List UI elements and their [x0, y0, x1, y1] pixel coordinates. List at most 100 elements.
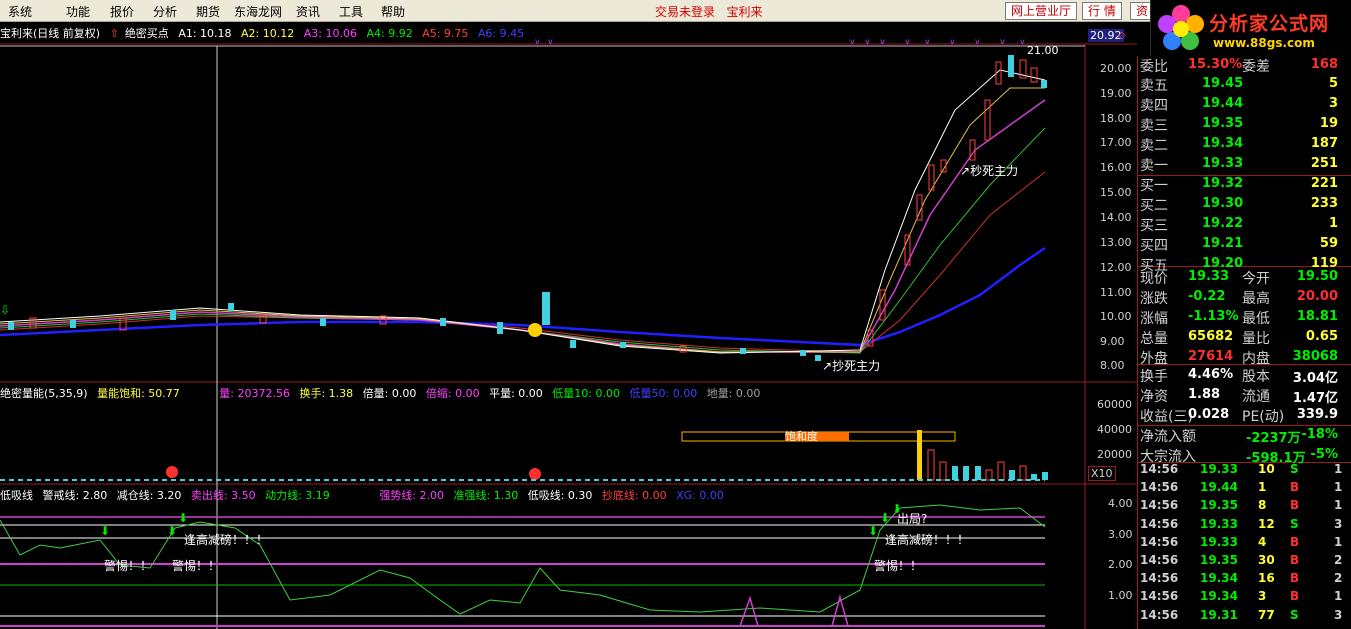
lower-axis-tick: 1.00	[1108, 589, 1133, 602]
quote-label: 委比	[1140, 59, 1168, 75]
tick-row[interactable]: 14:56 19.35 30 B 2	[1140, 553, 1350, 571]
quote-label: 涨跌	[1140, 291, 1168, 307]
quote-value: 5	[1328, 76, 1338, 91]
flower-logo-icon	[1158, 5, 1204, 50]
quote-value: 20.00	[1296, 289, 1338, 304]
ma-line-magenta	[0, 99, 1046, 353]
price-axis-tick: 12.00	[1100, 261, 1132, 274]
saturation-label: 饱和度	[785, 430, 818, 443]
price-axis-tick: 18.00	[1100, 112, 1132, 125]
volume-param: 倍缩: 0.00	[425, 387, 480, 400]
price-axis-tick: 11.00	[1100, 286, 1132, 299]
tick-row[interactable]: 14:56 19.31 77 S 3	[1140, 608, 1350, 626]
tick-vol: 1	[1258, 480, 1267, 495]
quote-row: 卖四 19.44 3	[1140, 95, 1338, 114]
quote-label: 股本	[1242, 369, 1270, 385]
tick-row[interactable]: 14:56 19.35 8 B 1	[1140, 498, 1350, 516]
quote-label: 总量	[1140, 331, 1168, 347]
warn-label: 警惕！！	[172, 559, 221, 573]
quote-value: 3	[1328, 96, 1338, 111]
quote-row: 净资 1.88 流通 1.47亿	[1140, 386, 1338, 406]
quote-label: 卖五	[1140, 78, 1168, 94]
quote-value: 19.44	[1202, 96, 1244, 111]
quote-row: 外盘 27614 内盘 38068	[1140, 348, 1338, 367]
tick-time: 14:56	[1140, 571, 1179, 586]
quote-value: 19.50	[1296, 269, 1338, 284]
tick-n: 3	[1334, 516, 1343, 531]
tick-vol: 3	[1258, 589, 1267, 604]
logo-text: 分析家公式网	[1209, 13, 1330, 35]
tick-price: 19.44	[1200, 480, 1238, 495]
quote-row: 现价 19.33 今开 19.50	[1140, 268, 1338, 287]
quote-value: -5%	[1310, 447, 1338, 462]
quote-row: 卖三 19.35 19	[1140, 115, 1338, 134]
quote-label: 现价	[1140, 271, 1168, 287]
quote-value: 18.81	[1296, 309, 1338, 324]
lower-indicator-name: 低吸线	[0, 489, 33, 502]
quote-label: 净流入额	[1140, 429, 1196, 445]
tick-row[interactable]: 14:56 19.44 1 B 1	[1140, 480, 1350, 498]
svg-text:v: v	[925, 37, 930, 46]
tick-row[interactable]: 14:56 19.33 4 B 1	[1140, 535, 1350, 553]
volume-param: 低量10: 0.00	[552, 387, 620, 400]
quote-label: 卖三	[1140, 118, 1168, 134]
quote-row: 换手 4.46% 股本 3.04亿	[1140, 366, 1338, 386]
quote-value: 15.30%	[1188, 57, 1243, 72]
green-arrow-icon: ⬇	[880, 511, 890, 525]
svg-text:v: v	[865, 37, 870, 46]
tick-price: 19.34	[1200, 571, 1238, 586]
volume-indicator-name: 绝密量能(5,35,9)	[0, 387, 88, 400]
quote-label: 量比	[1242, 331, 1270, 347]
quote-value: 0.65	[1305, 329, 1338, 344]
tick-vol: 10	[1258, 462, 1275, 476]
quote-row: 买四 19.21 59	[1140, 235, 1338, 254]
quote-value: 168	[1310, 57, 1338, 72]
tick-time: 14:56	[1140, 462, 1179, 476]
price-axis-tick: 14.00	[1100, 211, 1132, 224]
tick-row[interactable]: 14:56 19.34 3 B 1	[1140, 589, 1350, 607]
quote-value: 221	[1310, 176, 1338, 191]
tick-price: 19.35	[1200, 498, 1238, 513]
quote-value: 339.9	[1296, 407, 1338, 422]
alert-label: 逢高减磅！！！	[885, 533, 970, 547]
tick-vol: 16	[1258, 571, 1275, 586]
tick-vol: 4	[1258, 534, 1267, 549]
quote-value: 19.33	[1202, 156, 1244, 171]
tick-side: B	[1290, 480, 1300, 495]
quote-value: 19.45	[1202, 76, 1244, 91]
quote-label: 买一	[1140, 178, 1168, 194]
price-axis-tick: 15.00	[1100, 186, 1132, 199]
logo-url[interactable]: www.88gs.com	[1213, 36, 1315, 50]
quote-value: 38068	[1292, 349, 1338, 364]
quote-value: 19.33	[1188, 269, 1230, 284]
quote-value: 1.88	[1188, 387, 1221, 402]
lower-param: 警戒线: 2.80	[42, 489, 108, 502]
lower-param: 减仓线: 3.20	[116, 489, 182, 502]
svg-text:v: v	[850, 37, 855, 46]
svg-text:v: v	[950, 37, 955, 46]
quote-value: 233	[1310, 196, 1338, 211]
tick-price: 19.33	[1200, 534, 1238, 549]
tick-n: 2	[1334, 553, 1343, 567]
quote-value: -18%	[1301, 427, 1338, 442]
lower-param: 抄底线: 0.00	[601, 489, 667, 502]
quote-value: 1	[1328, 216, 1338, 231]
quote-label: 最高	[1242, 291, 1270, 307]
lower-chart-title-row: 低吸线 警戒线: 2.80 减仓线: 3.20 卖出线: 3.50 动力线: 3…	[0, 487, 730, 503]
tick-side: B	[1290, 498, 1300, 513]
lower-axis-tick: 2.00	[1108, 558, 1133, 571]
quote-value: 19.34	[1202, 136, 1244, 151]
tick-time: 14:56	[1140, 516, 1179, 531]
tick-row[interactable]: 14:56 19.33 10 S 1	[1140, 462, 1350, 480]
svg-text:v: v	[1020, 37, 1025, 46]
tick-side: B	[1290, 571, 1300, 586]
tick-row[interactable]: 14:56 19.34 16 B 2	[1140, 571, 1350, 589]
tick-time: 14:56	[1140, 553, 1179, 567]
down-arrow-icon: ⇩	[0, 303, 10, 317]
volume-param: 量: 20372.56	[219, 387, 290, 400]
tick-row[interactable]: 14:56 19.33 12 S 3	[1140, 517, 1350, 535]
volume-param: 换手: 1.38	[299, 387, 354, 400]
svg-text:v: v	[905, 37, 910, 46]
signal-markers: vv vvv vvv vvv	[535, 37, 1025, 46]
svg-text:v: v	[975, 37, 980, 46]
